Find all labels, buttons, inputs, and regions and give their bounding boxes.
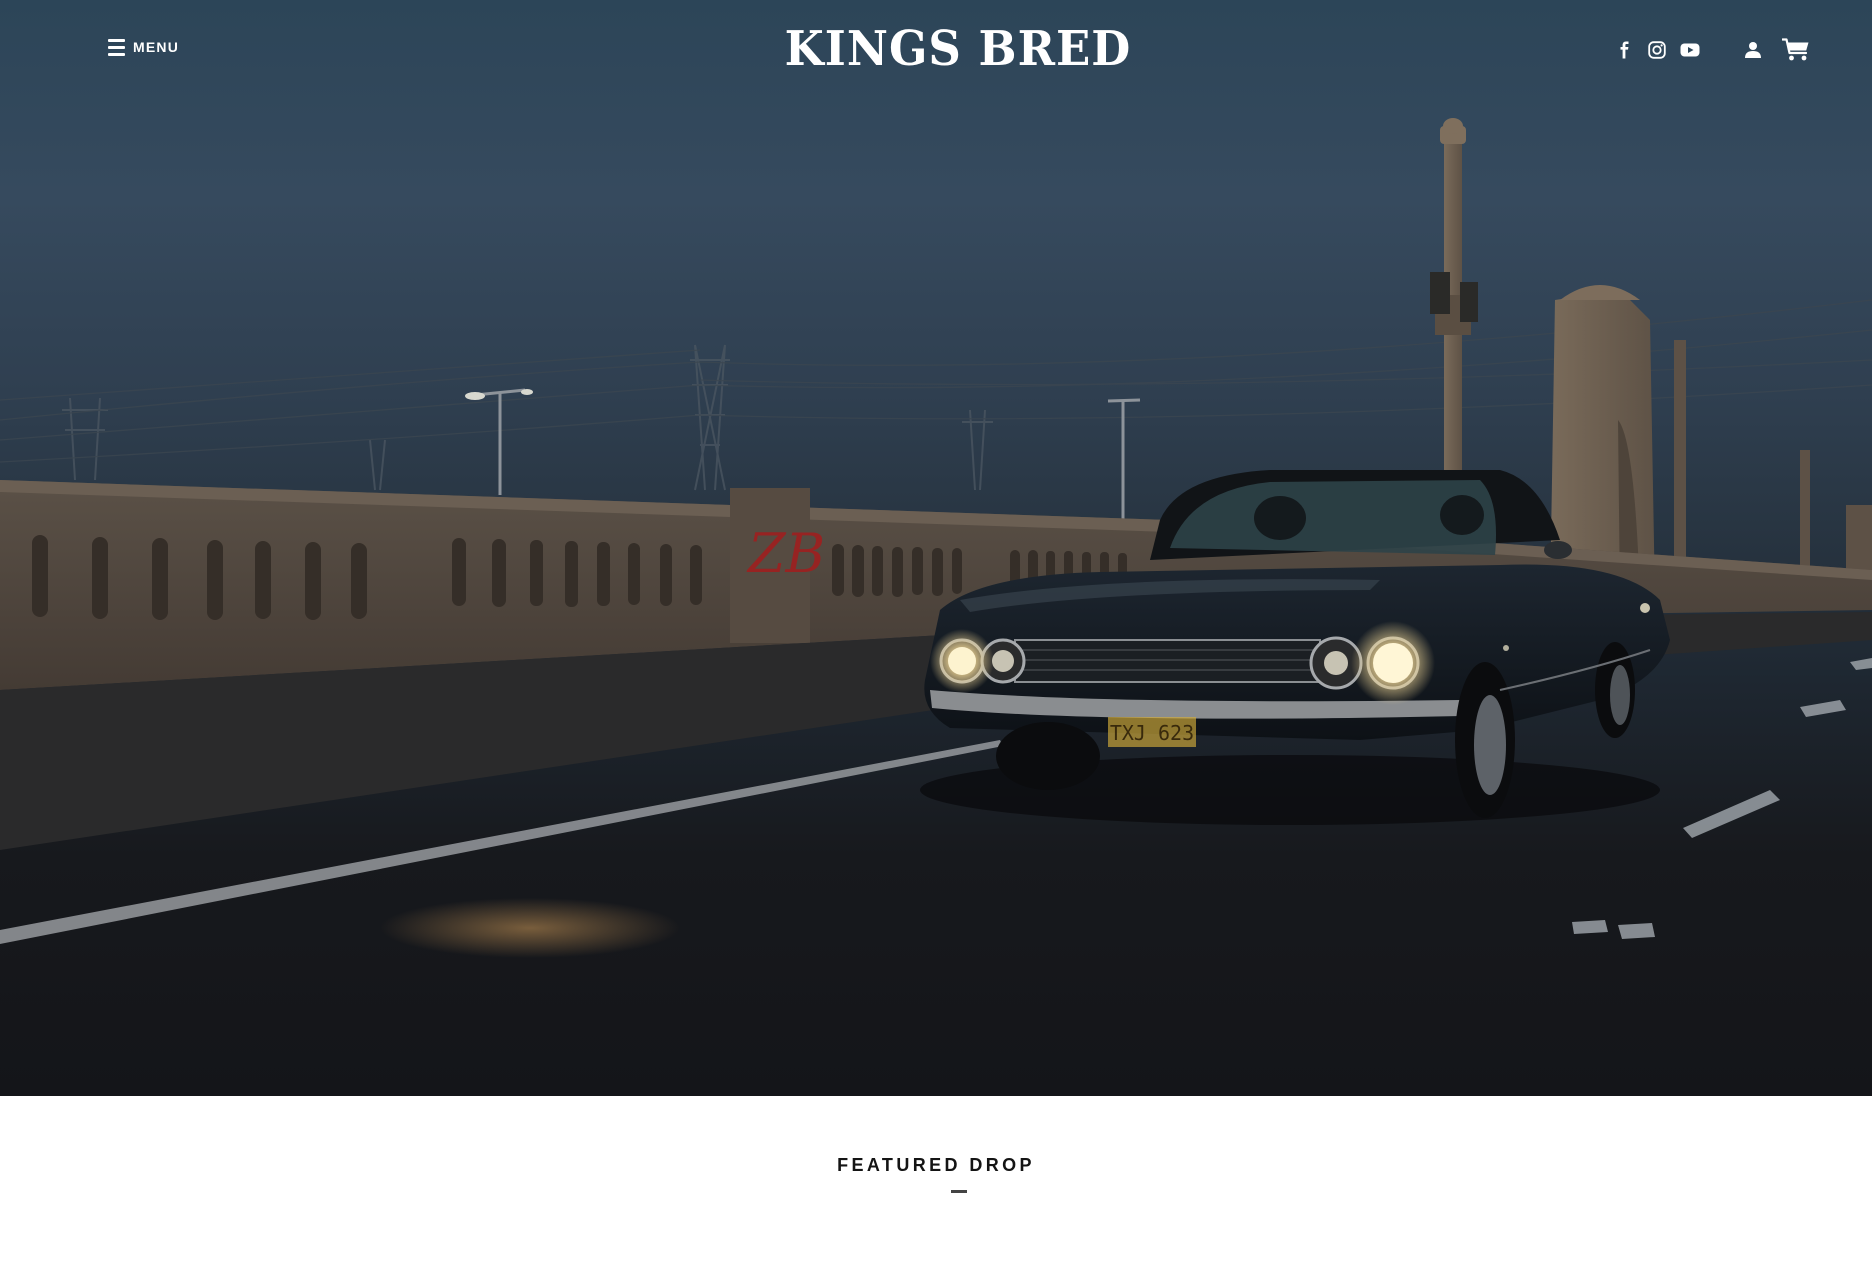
header-icons: [1616, 38, 1810, 66]
site-logo: KINGS BRED: [784, 20, 1132, 77]
license-plate: TXJ 623: [1110, 721, 1194, 745]
user-icon[interactable]: [1744, 41, 1762, 63]
hero-scene: ZB TXJ 623: [0, 118, 1872, 958]
cart-icon[interactable]: [1781, 38, 1810, 66]
graffiti-tag: ZB: [746, 522, 825, 585]
instagram-icon[interactable]: [1648, 41, 1666, 63]
site-header: MENU KINGS BRED: [0, 0, 1872, 104]
hero-video-banner[interactable]: ZB TXJ 623 MENU KINGS BRED: [0, 0, 1872, 1096]
section-divider: [951, 1190, 967, 1193]
facebook-icon[interactable]: [1616, 41, 1634, 63]
featured-drop-title: FEATURED DROP: [837, 1155, 1035, 1175]
featured-drop-section: FEATURED DROP: [0, 1096, 1872, 1274]
youtube-icon[interactable]: [1680, 42, 1700, 62]
page: ZB TXJ 623 MENU KINGS BRED FEATURED DROP: [0, 0, 1872, 1274]
site-logo-link[interactable]: KINGS BRED: [0, 20, 1872, 77]
